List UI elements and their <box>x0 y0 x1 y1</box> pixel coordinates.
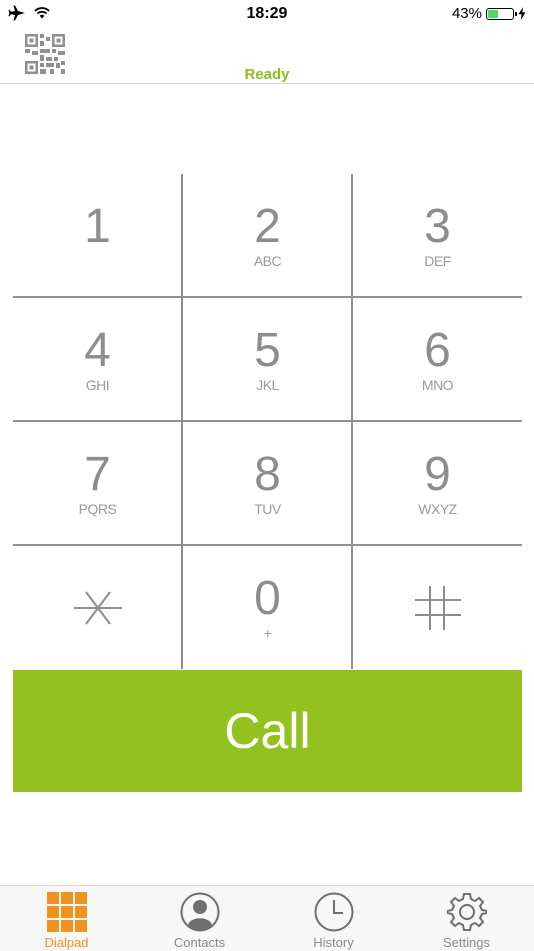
battery-icon <box>486 7 517 20</box>
status-right: 43% <box>452 5 526 22</box>
key-digit: 3 <box>424 199 451 253</box>
header: Ready <box>0 28 534 84</box>
key-4[interactable]: 4 GHI <box>13 298 182 421</box>
call-button-label: Call <box>224 703 311 759</box>
key-2[interactable]: 2 ABC <box>183 174 352 297</box>
key-1[interactable]: 1 <box>13 174 182 297</box>
contact-person-icon <box>179 891 221 933</box>
key-6[interactable]: 6 MNO <box>353 298 522 421</box>
key-hash[interactable] <box>353 546 522 669</box>
key-digit: 2 <box>254 199 281 253</box>
status-bar: 18:29 43% <box>0 0 534 28</box>
key-letters: DEF <box>424 252 451 269</box>
tab-settings[interactable]: Settings <box>400 886 533 951</box>
key-star[interactable] <box>13 546 182 669</box>
dialpad: 1 2 ABC 3 DEF 4 GHI 5 JKL 6 MNO 7 PQRS 8… <box>13 174 522 669</box>
tab-contacts[interactable]: Contacts <box>133 886 266 951</box>
tab-label: Contacts <box>173 935 226 950</box>
key-9[interactable]: 9 WXYZ <box>353 422 522 545</box>
key-digit: 8 <box>254 447 281 501</box>
key-0[interactable]: 0 + <box>183 546 352 669</box>
key-digit: 0 <box>254 571 281 625</box>
key-letters: GHI <box>85 376 110 393</box>
battery-percent: 43% <box>451 5 482 22</box>
key-3[interactable]: 3 DEF <box>353 174 522 297</box>
registration-status: Ready <box>244 66 290 83</box>
key-5[interactable]: 5 JKL <box>183 298 352 421</box>
key-digit: 6 <box>424 323 451 377</box>
key-digit: 5 <box>254 323 281 377</box>
key-7[interactable]: 7 PQRS <box>13 422 182 545</box>
tab-bar: Dialpad Contacts History Settings <box>0 885 534 951</box>
hash-icon <box>414 585 461 630</box>
key-letters: + <box>263 624 272 641</box>
dialpad-grid-icon <box>46 891 88 933</box>
key-digit: 1 <box>84 199 111 253</box>
asterisk-icon <box>73 590 122 625</box>
key-letters: MNO <box>421 376 454 393</box>
key-letters: TUV <box>254 500 281 517</box>
key-8[interactable]: 8 TUV <box>183 422 352 545</box>
key-letters: ABC <box>253 252 282 269</box>
call-button[interactable]: Call <box>13 670 522 792</box>
battery-level-fill <box>488 9 498 18</box>
tab-dialpad[interactable]: Dialpad <box>0 886 133 951</box>
key-digit: 9 <box>424 447 451 501</box>
key-letters: WXYZ <box>418 500 457 517</box>
tab-label: Settings <box>443 935 490 950</box>
gear-icon <box>446 891 488 933</box>
clock-icon <box>313 891 355 933</box>
key-letters: JKL <box>256 376 279 393</box>
tab-label: Dialpad <box>44 935 89 950</box>
tab-label: History <box>313 935 354 950</box>
key-digit: 7 <box>84 447 111 501</box>
charging-bolt-icon <box>518 7 526 20</box>
key-letters: PQRS <box>78 500 117 517</box>
key-digit: 4 <box>84 323 111 377</box>
tab-history[interactable]: History <box>267 886 400 951</box>
